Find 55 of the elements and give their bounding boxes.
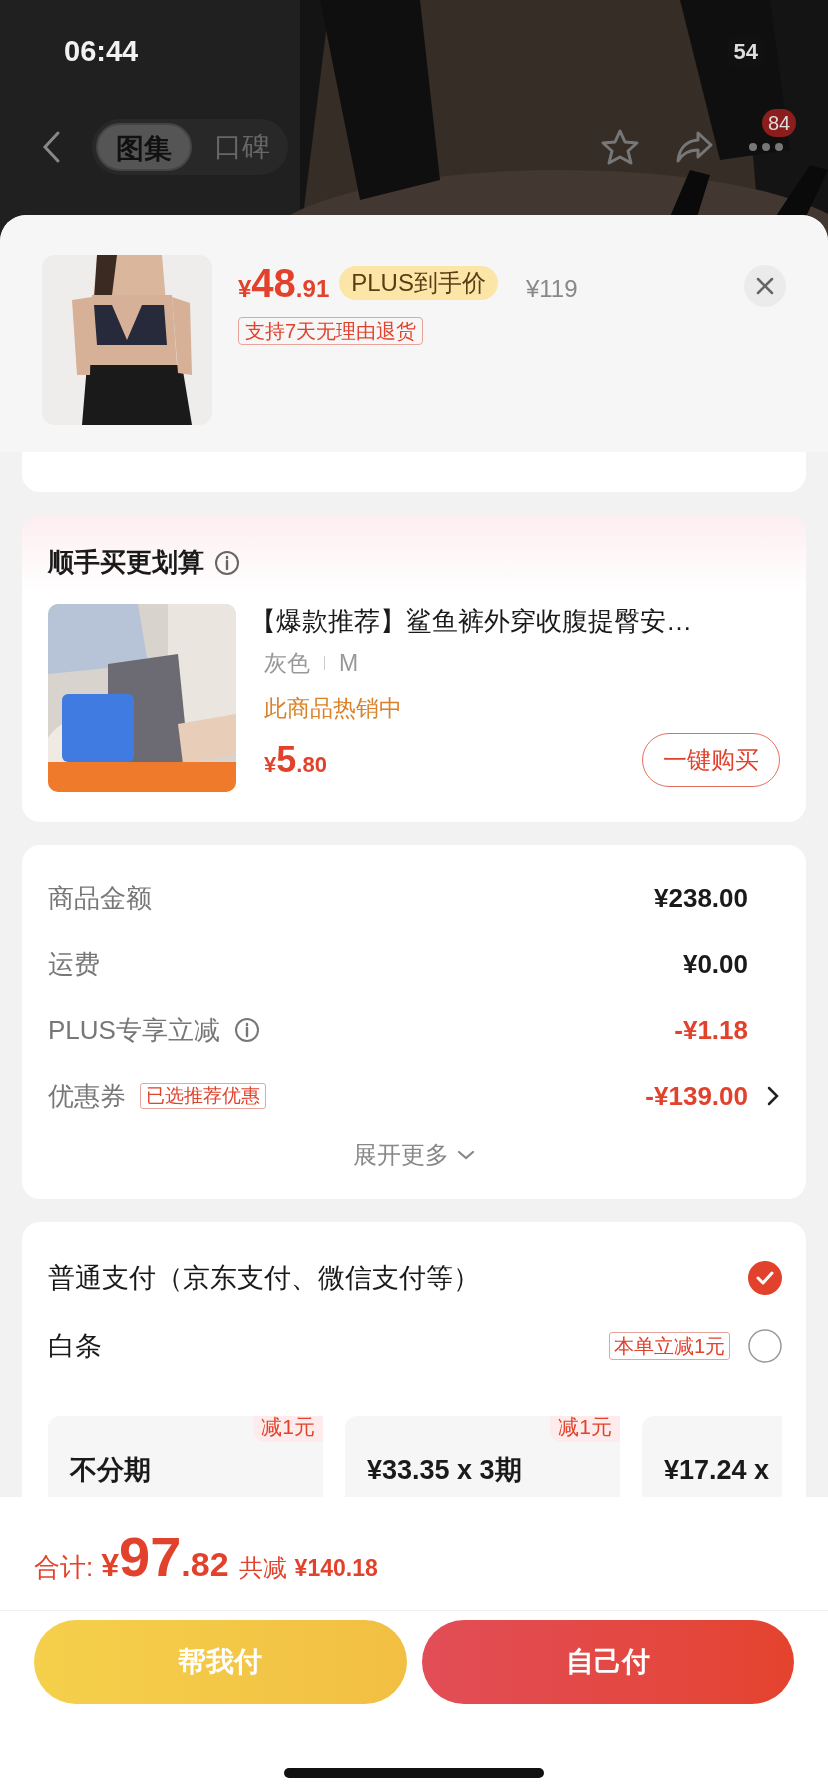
payment-option-label[interactable]: 白条 [48,1325,102,1367]
close-button[interactable] [744,265,786,307]
return-policy-tag: 支持7天无理由退货 [238,317,424,345]
buy-button[interactable]: 一键购买 [642,733,780,787]
product-color: 灰色 [264,649,310,678]
installment-title: ¥33.35 x 3期 [367,1454,523,1487]
pay-button[interactable]: 自己付 [421,1620,794,1704]
close-icon [756,277,774,295]
chevron-right-icon[interactable] [766,1086,780,1106]
chevron-down-icon [457,1150,475,1160]
summary-label: PLUS专享立减 [48,1013,220,1047]
expand-more-button[interactable]: 展开更多 [353,1137,475,1173]
installment-option[interactable]: 不分期 减1元 [48,1416,323,1497]
hot-sale-label: 此商品热销中 [264,693,403,723]
summary-value: ¥238.00 [654,881,748,915]
total-symbol: ¥ [101,1547,120,1585]
price-decimal: .80 [296,752,327,779]
info-icon[interactable] [233,1017,260,1043]
original-price: ¥119 [525,274,578,304]
info-icon[interactable] [214,549,240,576]
total-integer: 97 [119,1527,182,1587]
price-integer: 5 [276,738,297,782]
summary-label: 优惠券 [48,1079,126,1113]
price-tag: PLUS到手价 [339,266,498,300]
section-title: 顺手买更划算 [48,546,204,579]
product-title[interactable]: 【爆款推荐】鲨鱼裤外穿收腹提臀安… [250,604,780,638]
price-symbol: ¥ [238,275,252,304]
total-label: 合计: [34,1551,94,1584]
summary-label: 商品金额 [48,881,152,915]
summary-value: -¥139.00 [645,1079,748,1113]
radio-checked-icon[interactable] [748,1261,782,1295]
product-size: M [339,649,359,678]
status-time: 06:44 [64,34,139,70]
share-icon[interactable] [674,129,714,165]
installment-option[interactable]: ¥17.24 x [642,1416,782,1497]
star-icon[interactable] [600,127,640,167]
radio-button[interactable] [748,1329,782,1363]
promo-tag: 本单立减1元 [608,1332,730,1360]
saving-label: 共减 [238,1553,287,1583]
discount-badge: 减1元 [253,1416,323,1442]
installment-option[interactable]: ¥33.35 x 3期 减1元 [345,1416,620,1497]
installment-title: ¥17.24 x [664,1454,771,1487]
more-icon[interactable] [748,142,784,152]
summary-label: 运费 [48,947,100,981]
saving-amount: ¥140.18 [294,1554,378,1583]
price-decimal: .91 [295,274,330,304]
total-decimal: .82 [181,1544,229,1585]
payment-option-label[interactable]: 普通支付（京东支付、微信支付等） [48,1257,480,1299]
discount-badge: 减1元 [550,1416,620,1442]
price-integer: 48 [251,260,296,307]
installment-title: 不分期 [70,1454,152,1487]
price-symbol: ¥ [264,752,277,779]
summary-value: ¥0.00 [682,947,748,981]
summary-value: -¥1.18 [674,1013,748,1047]
discount-tag: 已选推荐优惠 [140,1083,266,1109]
